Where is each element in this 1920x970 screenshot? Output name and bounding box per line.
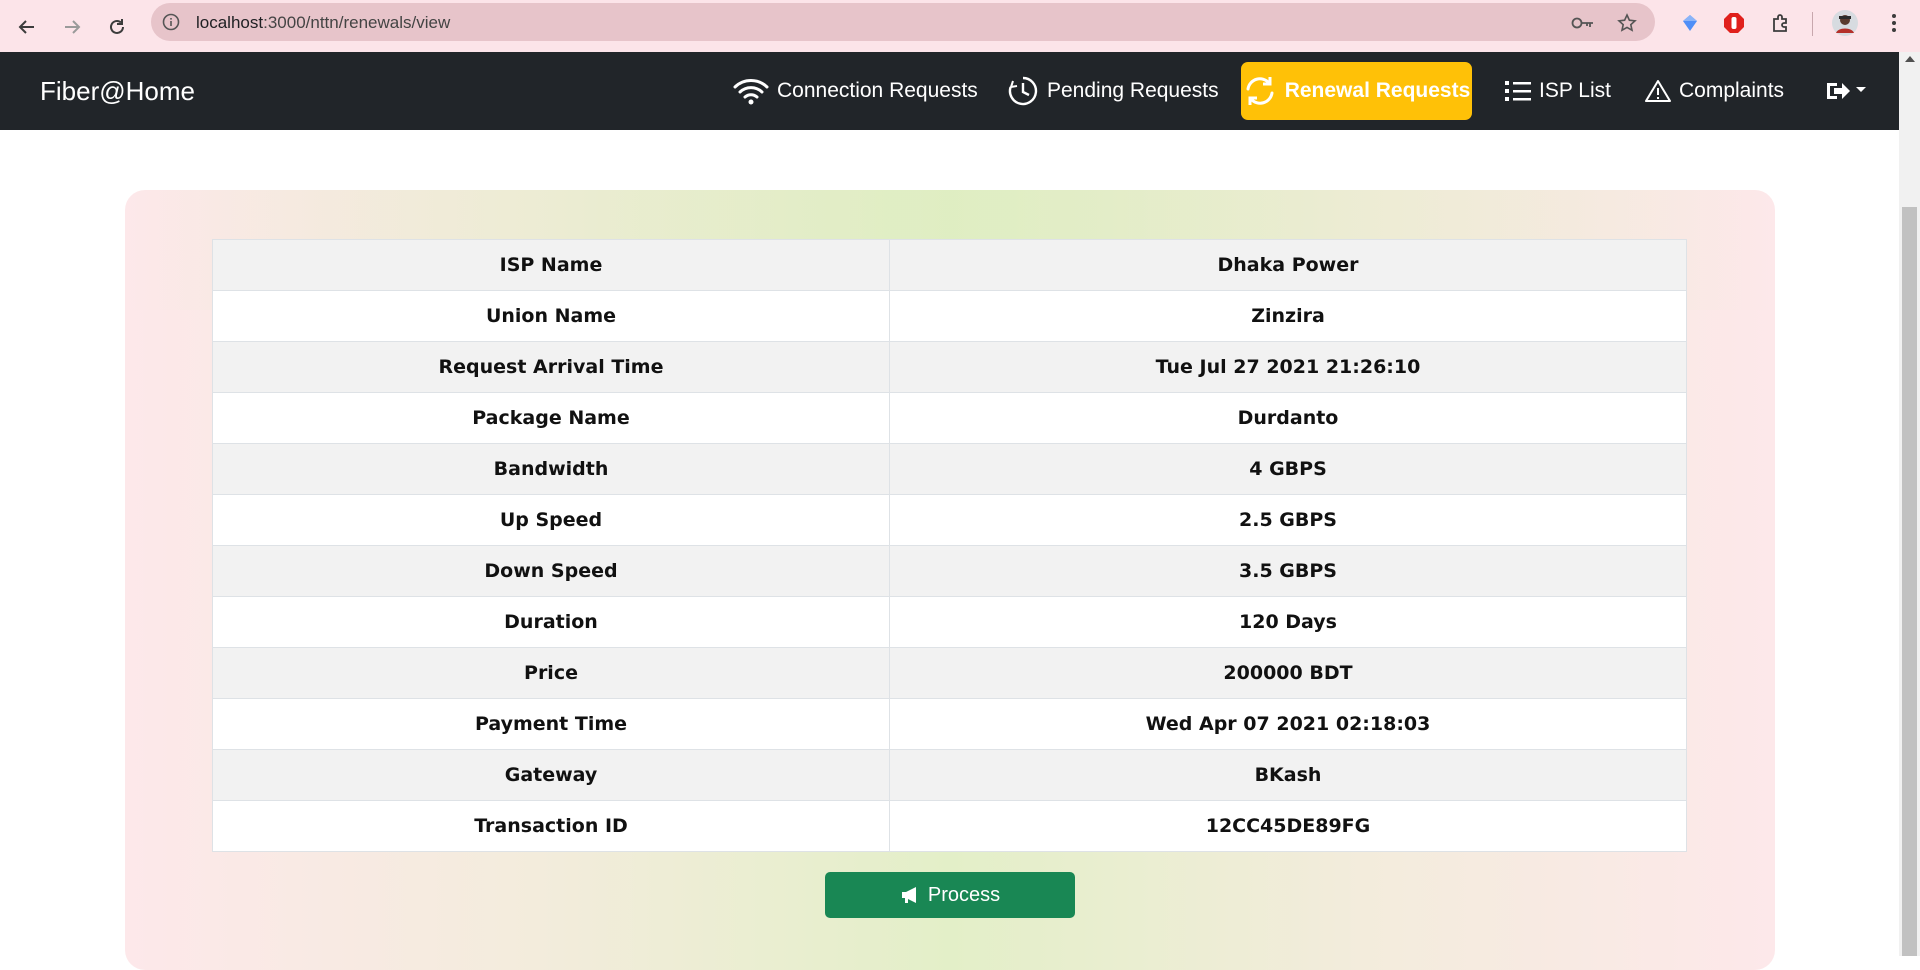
list-icon bbox=[1505, 81, 1531, 101]
refresh-icon bbox=[1246, 77, 1274, 105]
row-value: 12CC45DE89FG bbox=[889, 800, 1687, 852]
extensions-puzzle-icon[interactable] bbox=[1767, 9, 1795, 37]
row-value: Tue Jul 27 2021 21:26:10 bbox=[889, 341, 1687, 393]
browser-toolbar: localhost:3000/nttn/renewals/view bbox=[0, 0, 1920, 52]
row-label: Up Speed bbox=[212, 494, 890, 546]
row-value: Dhaka Power bbox=[889, 239, 1687, 291]
table-row: Down Speed 3.5 GBPS bbox=[212, 545, 1687, 597]
nav-renewal-requests[interactable]: Renewal Requests bbox=[1241, 62, 1472, 120]
row-value: 3.5 GBPS bbox=[889, 545, 1687, 597]
extension-adblock-icon[interactable] bbox=[1720, 9, 1748, 37]
table-row: Price 200000 BDT bbox=[212, 647, 1687, 699]
nav-label: Connection Requests bbox=[777, 79, 978, 102]
table-row: ISP Name Dhaka Power bbox=[212, 239, 1687, 291]
browser-menu-icon[interactable] bbox=[1880, 9, 1908, 37]
row-value: Zinzira bbox=[889, 290, 1687, 342]
renewal-details-table: ISP Name Dhaka Power Union Name Zinzira Re… bbox=[212, 239, 1687, 852]
row-label: Bandwidth bbox=[212, 443, 890, 495]
row-value: Durdanto bbox=[889, 392, 1687, 444]
table-row: Payment Time Wed Apr 07 2021 02:18:03 bbox=[212, 698, 1687, 750]
row-label: Payment Time bbox=[212, 698, 890, 750]
megaphone-icon bbox=[901, 887, 916, 903]
table-row: Gateway BKash bbox=[212, 749, 1687, 801]
table-row: Package Name Durdanto bbox=[212, 392, 1687, 444]
reload-icon[interactable] bbox=[100, 10, 134, 44]
row-value: Wed Apr 07 2021 02:18:03 bbox=[889, 698, 1687, 750]
row-value: BKash bbox=[889, 749, 1687, 801]
bookmark-star-icon[interactable] bbox=[1615, 12, 1639, 34]
row-label: Package Name bbox=[212, 392, 890, 444]
warning-triangle-icon bbox=[1645, 80, 1671, 102]
row-value: 120 Days bbox=[889, 596, 1687, 648]
nav-complaints[interactable]: Complaints bbox=[1645, 62, 1784, 120]
row-label: Transaction ID bbox=[212, 800, 890, 852]
row-label: Down Speed bbox=[212, 545, 890, 597]
row-label: Duration bbox=[212, 596, 890, 648]
table-row: Up Speed 2.5 GBPS bbox=[212, 494, 1687, 546]
back-icon[interactable] bbox=[10, 10, 44, 44]
password-key-icon[interactable] bbox=[1571, 12, 1595, 34]
extension-diamond-icon[interactable] bbox=[1676, 9, 1704, 37]
profile-avatar-icon[interactable] bbox=[1831, 9, 1859, 37]
row-label: ISP Name bbox=[212, 239, 890, 291]
scroll-thumb[interactable] bbox=[1902, 207, 1917, 956]
nav-label: ISP List bbox=[1539, 79, 1611, 102]
toolbar-divider bbox=[1812, 12, 1813, 36]
nav-label: Complaints bbox=[1679, 79, 1785, 102]
scroll-up-icon[interactable] bbox=[1905, 56, 1915, 62]
brand-logo[interactable]: Fiber@Home bbox=[40, 76, 195, 107]
nav-isp-list[interactable]: ISP List bbox=[1505, 62, 1611, 120]
row-value: 200000 BDT bbox=[889, 647, 1687, 699]
row-label: Request Arrival Time bbox=[212, 341, 890, 393]
table-row: Transaction ID 12CC45DE89FG bbox=[212, 800, 1687, 852]
table-row: Bandwidth 4 GBPS bbox=[212, 443, 1687, 495]
address-bar[interactable]: localhost:3000/nttn/renewals/view bbox=[151, 3, 1655, 41]
logout-dropdown-icon bbox=[1827, 83, 1866, 99]
logout-dropdown[interactable] bbox=[1825, 62, 1875, 120]
site-info-icon[interactable] bbox=[161, 12, 181, 32]
nav-pending-requests[interactable]: Pending Requests bbox=[1007, 62, 1219, 120]
table-row: Union Name Zinzira bbox=[212, 290, 1687, 342]
nav-label: Renewal Requests bbox=[1284, 79, 1471, 102]
process-button[interactable]: Process bbox=[825, 872, 1075, 918]
nav-connection-requests[interactable]: Connection Requests bbox=[733, 62, 978, 120]
table-row: Duration 120 Days bbox=[212, 596, 1687, 648]
page-scrollbar[interactable] bbox=[1899, 52, 1920, 956]
forward-icon[interactable] bbox=[55, 10, 89, 44]
table-row: Request Arrival Time Tue Jul 27 2021 21:2… bbox=[212, 341, 1687, 393]
clock-history-icon bbox=[1008, 76, 1038, 106]
row-label: Gateway bbox=[212, 749, 890, 801]
row-label: Union Name bbox=[212, 290, 890, 342]
process-button-label: Process bbox=[927, 883, 1001, 906]
row-label: Price bbox=[212, 647, 890, 699]
app-navbar: Fiber@Home Connection Requests Pending R… bbox=[0, 52, 1899, 130]
wifi-icon bbox=[733, 79, 769, 105]
url-text: localhost:3000/nttn/renewals/view bbox=[196, 13, 451, 32]
row-value: 2.5 GBPS bbox=[889, 494, 1687, 546]
row-value: 4 GBPS bbox=[889, 443, 1687, 495]
nav-label: Pending Requests bbox=[1047, 79, 1219, 102]
